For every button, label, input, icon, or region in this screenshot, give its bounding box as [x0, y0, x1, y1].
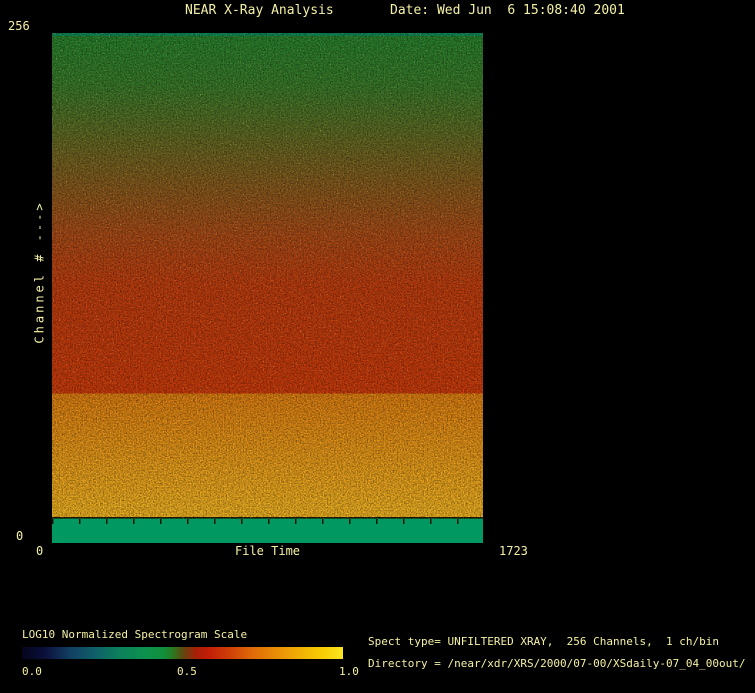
x-axis-tick-marks	[52, 519, 483, 524]
y-axis-min-label: 0	[16, 529, 24, 543]
colorbar-tick-max: 1.0	[339, 665, 359, 678]
spectrogram-image	[52, 33, 483, 543]
date-label: Date: Wed Jun 6 15:08:40 2001	[390, 3, 625, 18]
colorbar-tick-mid: 0.5	[177, 665, 197, 678]
spectrogram-plot	[52, 33, 483, 543]
colorbar-title: LOG10 Normalized Spectrogram Scale	[22, 628, 248, 641]
x-axis-title: File Time	[235, 544, 301, 558]
page-title: NEAR X-Ray Analysis	[185, 3, 334, 18]
directory-label: Directory = /near/xdr/XRS/2000/07-00/XSd…	[368, 657, 746, 670]
y-axis-title: Channel # --->	[32, 200, 47, 344]
x-axis-max-label: 1723	[499, 544, 528, 558]
colorbar-tick-min: 0.0	[22, 665, 42, 678]
x-axis-min-label: 0	[36, 544, 44, 558]
spect-type-label: Spect type= UNFILTERED XRAY, 256 Channel…	[368, 635, 719, 648]
spectrogram-noise-light	[52, 33, 483, 519]
colorbar-gradient	[22, 647, 343, 659]
y-axis-max-label: 256	[8, 19, 30, 33]
